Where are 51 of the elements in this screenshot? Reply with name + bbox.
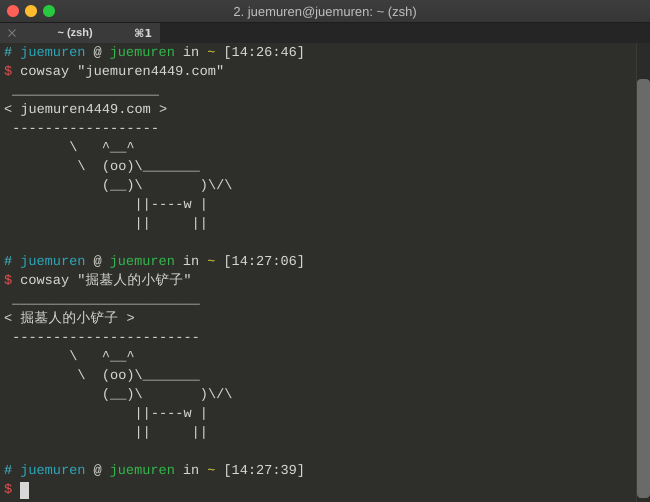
output-line: \ ^__^ — [68, 349, 135, 367]
scrollbar-thumb[interactable] — [637, 79, 650, 498]
zoom-button[interactable] — [43, 5, 55, 17]
prompt-symbol: # — [4, 463, 12, 481]
prompt-symbol: $ — [4, 482, 12, 500]
user-name: juemuren — [20, 463, 86, 481]
output-line: < juemuren4449.com > — [4, 102, 168, 120]
tab-label: ~ (zsh) — [56, 27, 94, 39]
prompt-text: @ — [93, 254, 102, 272]
window-title: 2. juemuren@juemuren: ~ (zsh) — [232, 4, 418, 18]
close-button[interactable] — [7, 5, 19, 17]
prompt-text: [14:27:39] — [223, 463, 305, 481]
shortcut-label: ⌘1 — [134, 26, 152, 40]
host-name: juemuren — [110, 45, 175, 63]
output-line: (__)\ )\/\ — [100, 387, 232, 405]
output-line: _______________________ — [11, 292, 200, 310]
output-line: __________________ — [11, 83, 159, 101]
output-line: \ (oo)\_______ — [76, 159, 200, 177]
command-text: cowsay "juemuren4449.com" — [20, 64, 224, 82]
host-name: juemuren — [110, 463, 175, 481]
prompt-symbol: $ — [4, 273, 12, 291]
prompt-symbol: # — [4, 45, 12, 63]
output-line: || || — [134, 425, 208, 443]
output-line: ------------------ — [11, 121, 159, 139]
tab[interactable]: ~ (zsh) ⌘1 — [0, 23, 160, 43]
prompt-symbol: $ — [4, 64, 12, 82]
prompt-text: [14:27:06] — [223, 254, 305, 272]
command-text: cowsay "掘墓人的小铲子" — [20, 272, 192, 291]
prompt-text: in — [182, 254, 200, 272]
directory: ~ — [207, 45, 216, 63]
prompt-text: @ — [93, 463, 102, 481]
prompt-text: [14:26:46] — [223, 45, 305, 63]
user-name: juemuren — [20, 45, 86, 63]
prompt-symbol: # — [4, 254, 12, 272]
prompt-text: @ — [93, 45, 102, 63]
prompt-text: in — [182, 463, 200, 481]
output-line: ||----w | — [134, 197, 208, 215]
output-line: ----------------------- — [11, 330, 200, 348]
output-line: ||----w | — [134, 406, 208, 424]
user-name: juemuren — [20, 254, 86, 272]
host-name: juemuren — [110, 254, 175, 272]
prompt-text: in — [182, 45, 200, 63]
close-icon[interactable] — [8, 29, 16, 37]
output-line: (__)\ )\/\ — [100, 178, 232, 196]
output-line: \ ^__^ — [68, 140, 135, 158]
directory: ~ — [207, 463, 216, 481]
output-line: \ (oo)\_______ — [76, 368, 200, 386]
output-line: < 掘墓人的小铲子 > — [4, 310, 135, 329]
minimize-button[interactable] — [25, 5, 37, 17]
output-line: || || — [134, 216, 208, 234]
directory: ~ — [207, 254, 216, 272]
